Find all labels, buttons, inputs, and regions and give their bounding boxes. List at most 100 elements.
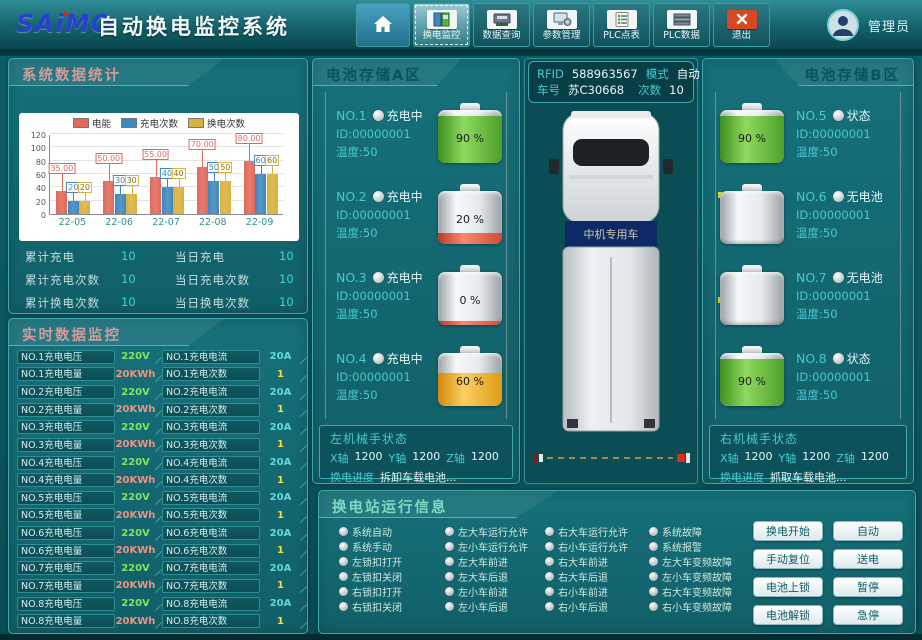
status-indicator: 右大车运行允许 xyxy=(545,524,649,539)
realtime-label: NO.7充电电量 xyxy=(17,579,115,593)
summary-value: 10 xyxy=(121,295,175,311)
chart-label-line xyxy=(109,164,110,181)
control-button[interactable]: 换电开始 xyxy=(753,521,823,541)
nav-tab-exit[interactable]: 退出 xyxy=(713,3,770,47)
left-arm-axes: X轴1200 Y轴1200 Z轴1200 xyxy=(330,450,502,466)
status-indicator: 左大车后退 xyxy=(445,569,545,584)
realtime-row: NO.2充电电压220V xyxy=(17,383,160,401)
realtime-row: NO.3充电电流20A xyxy=(162,419,305,437)
status-indicator: 左锁扣关闭 xyxy=(339,569,445,584)
battery-status-dot-icon xyxy=(833,191,844,202)
status-indicator: 右锁扣关闭 xyxy=(339,599,445,614)
realtime-value: 20A xyxy=(260,492,301,503)
exit-icon xyxy=(727,10,757,29)
plate-label: 车号 xyxy=(537,82,560,98)
truck-top-view: 中机专用车 xyxy=(549,109,673,441)
realtime-row: NO.8充电电量20KWh xyxy=(17,612,160,630)
area-b-title: 电池存储B区 xyxy=(804,64,900,85)
nav-tab-plc-points[interactable]: PLC点表 xyxy=(593,3,650,47)
battery-temp: 温度:50 xyxy=(336,306,438,322)
summary-value: 10 xyxy=(121,272,175,288)
home-icon xyxy=(371,13,395,37)
realtime-label: NO.1充电电流 xyxy=(162,350,260,364)
indicator-dot-icon xyxy=(545,542,554,551)
chart-xtick: 22-07 xyxy=(143,217,190,228)
realtime-value: 1 xyxy=(260,616,301,627)
summary-label: 累计充电 xyxy=(25,249,121,265)
battery-status: 状态 xyxy=(847,352,871,366)
realtime-row: NO.8充电电压220V xyxy=(17,595,160,613)
control-button[interactable]: 急停 xyxy=(833,605,903,625)
indicator-dot-icon xyxy=(445,602,454,611)
realtime-row: NO.2充电电流20A xyxy=(162,383,305,401)
battery-no: NO.5 xyxy=(796,108,827,123)
battery-status: 充电中 xyxy=(387,352,423,366)
realtime-label: NO.2充电电流 xyxy=(162,385,260,399)
indicator-label: 系统手动 xyxy=(352,539,392,554)
chart-label-line xyxy=(132,186,133,194)
station-info-panel: 换电站运行信息 系统自动系统手动左锁扣打开左锁扣关闭右锁扣打开右锁扣关闭左大车运… xyxy=(318,490,916,634)
status-indicator: 右小车运行允许 xyxy=(545,539,649,554)
indicator-label: 左锁扣打开 xyxy=(352,554,402,569)
realtime-row: NO.4充电电压220V xyxy=(17,454,160,472)
control-button[interactable]: 电池解锁 xyxy=(753,605,823,625)
battery-fill xyxy=(438,321,502,324)
chart-gridline xyxy=(50,146,283,147)
vehicle-info-box: RFID 588963567 模式 自动 车号 苏C30668 次数 10 xyxy=(528,61,694,103)
indicator-label: 左小车运行允许 xyxy=(458,539,528,554)
indicator-label: 右大车后退 xyxy=(558,569,608,584)
battery-status-dot-icon xyxy=(833,353,844,364)
realtime-value: 220V xyxy=(115,387,156,398)
control-button[interactable]: 暂停 xyxy=(833,577,903,597)
chart-value-label: 60 xyxy=(265,155,279,166)
control-button[interactable]: 自动 xyxy=(833,521,903,541)
nav-tab-plc-data[interactable]: PLC数据 xyxy=(653,3,710,47)
indicator-label: 左小车前进 xyxy=(458,584,508,599)
battery-id: ID:00000001 xyxy=(796,370,896,384)
realtime-value: 1 xyxy=(260,369,301,380)
nav-tab-swap-monitor[interactable]: 换电监控 xyxy=(413,3,470,47)
nav-tab-param-manage[interactable]: 参数管理 xyxy=(533,3,590,47)
left-limit-marker-icon xyxy=(533,453,538,463)
indicator-label: 左小车变频故障 xyxy=(662,569,732,584)
page-title: 自动换电监控系统 xyxy=(98,11,290,41)
plc-points-icon xyxy=(607,10,637,29)
realtime-value: 220V xyxy=(115,563,156,574)
indicator-label: 右小车前进 xyxy=(558,584,608,599)
indicator-label: 右大车运行允许 xyxy=(558,524,628,539)
realtime-value: 1 xyxy=(260,510,301,521)
nav-tab-label: PLC点表 xyxy=(603,31,640,41)
center-stage: RFID 588963567 模式 自动 车号 苏C30668 次数 10 xyxy=(524,58,698,484)
control-button[interactable]: 电池上锁 xyxy=(753,577,823,597)
realtime-label: NO.2充电电量 xyxy=(17,403,115,417)
realtime-label: NO.5充电次数 xyxy=(162,508,260,522)
realtime-value: 1 xyxy=(260,545,301,556)
status-indicator: 左小车前进 xyxy=(445,584,545,599)
nav-home-button[interactable] xyxy=(356,3,410,47)
realtime-label: NO.5充电电压 xyxy=(17,491,115,505)
chart-bar xyxy=(68,201,79,214)
chart-ytick: 120 xyxy=(21,131,46,140)
count-label: 次数 xyxy=(638,82,661,98)
nav-tab-data-query[interactable]: 数据查询 xyxy=(473,3,530,47)
chart-legend-item: 换电次数 xyxy=(188,116,245,130)
battery-id: ID:00000001 xyxy=(336,127,438,141)
indicator-dot-icon xyxy=(649,572,658,581)
realtime-value: 20A xyxy=(260,563,301,574)
chart-ytick: 80 xyxy=(21,158,46,167)
realtime-row: NO.7充电电流20A xyxy=(162,560,305,578)
header: SAiMO 自动换电监控系统 换电监控 xyxy=(0,0,922,50)
control-button[interactable]: 手动复位 xyxy=(753,549,823,569)
right-arm-axes: X轴1200 Y轴1200 Z轴1200 xyxy=(720,450,896,466)
user-block[interactable]: 管理员 xyxy=(826,8,910,42)
nav-tab-label: PLC数据 xyxy=(663,31,700,41)
indicator-label: 右锁扣关闭 xyxy=(352,599,402,614)
battery-status: 无电池 xyxy=(847,190,883,204)
battery-fill xyxy=(438,233,502,244)
battery-slot: NO.2充电中ID:00000001温度:5020 % xyxy=(326,173,506,254)
control-button[interactable]: 送电 xyxy=(833,549,903,569)
indicator-dot-icon xyxy=(649,527,658,536)
status-indicator: 左大车前进 xyxy=(445,554,545,569)
plc-data-icon xyxy=(667,10,697,29)
realtime-row: NO.1充电次数1 xyxy=(162,366,305,384)
